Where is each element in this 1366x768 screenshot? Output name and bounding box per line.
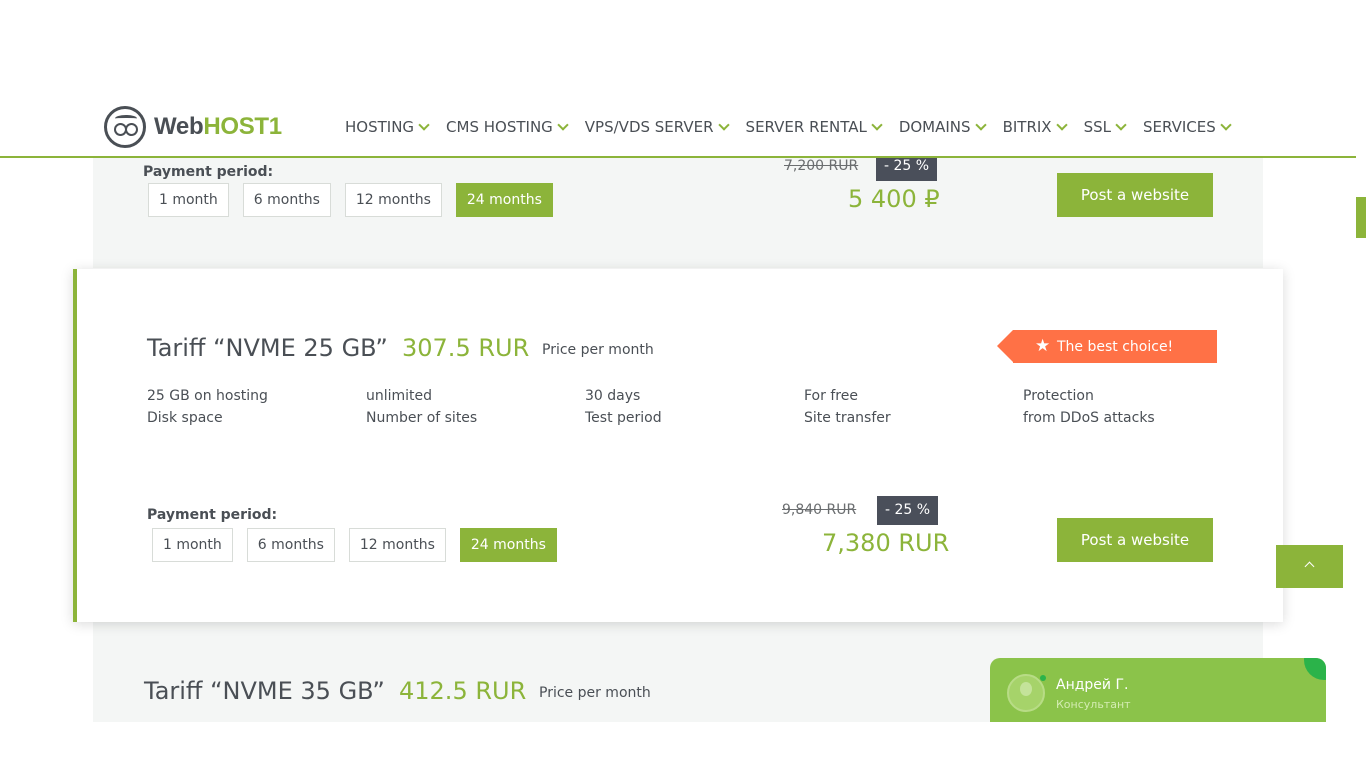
online-status-dot [1040, 675, 1046, 681]
feature-site-transfer: For free Site transfer [804, 385, 891, 429]
nav-item-domains[interactable]: DOMAINS [899, 118, 987, 136]
total-price: 7,380 RUR [822, 529, 950, 557]
avatar [1007, 674, 1045, 712]
period-6-months-button[interactable]: 6 months [246, 528, 335, 562]
feature-value: Protection [1023, 388, 1094, 404]
period-24-months-button[interactable]: 24 months [459, 528, 557, 562]
logo[interactable]: WebHOST1 [104, 106, 282, 148]
post-website-button[interactable]: Post a website [1057, 173, 1213, 217]
chevron-down-icon [717, 119, 730, 131]
period-1-month-button[interactable]: 1 month [148, 183, 229, 217]
nav-item-bitrix[interactable]: BITRIX [1003, 118, 1068, 136]
feature-value: 30 days [585, 388, 641, 404]
side-feedback-tab[interactable] [1356, 197, 1366, 238]
scroll-to-top-button[interactable] [1276, 545, 1343, 588]
payment-period-label: Payment period: [143, 164, 274, 180]
feature-label: from DDoS attacks [1023, 410, 1155, 426]
price-per-month-label: Price per month [542, 342, 654, 358]
feature-label: Disk space [147, 410, 223, 426]
old-price: 7,200 RUR [784, 158, 859, 174]
post-website-button[interactable]: Post a website [1057, 518, 1213, 562]
period-1-month-button[interactable]: 1 month [152, 528, 233, 562]
page: WebHOST1 HOSTING CMS HOSTING VPS/VDS SER… [0, 0, 1366, 768]
tariff-card-previous: Payment period: 1 month 6 months 12 mont… [93, 152, 1263, 268]
feature-label: Site transfer [804, 410, 891, 426]
feature-value: unlimited [366, 388, 433, 404]
nav-item-vps-vds-server[interactable]: VPS/VDS SERVER [585, 118, 730, 136]
consultant-name: Андрей Г. [1056, 677, 1129, 693]
tariff-title: Tariff “NVME 25 GB” [147, 334, 388, 362]
chat-widget[interactable]: Андрей Г. Консультант [990, 658, 1326, 722]
feature-label: Number of sites [366, 410, 478, 426]
chat-status-corner [1304, 658, 1326, 680]
old-price: 9,840 RUR [782, 502, 857, 518]
chevron-down-icon [974, 119, 987, 131]
chevron-down-icon [1055, 119, 1068, 131]
period-24-months-button[interactable]: 24 months [455, 183, 553, 217]
period-12-months-button[interactable]: 12 months [344, 183, 442, 217]
chevron-down-icon [871, 119, 883, 131]
chevron-up-icon [1304, 561, 1315, 572]
feature-disk-space: 25 GB on hosting Disk space [147, 385, 268, 429]
nav-item-cms-hosting[interactable]: CMS HOSTING [446, 118, 569, 136]
price-per-month-label: Price per month [539, 685, 651, 701]
nav-item-server-rental[interactable]: SERVER RENTAL [746, 118, 883, 136]
nav-item-services[interactable]: SERVICES [1143, 118, 1232, 136]
payment-period-options: 1 month 6 months 12 months 24 months [152, 528, 571, 562]
feature-number-of-sites: unlimited Number of sites [366, 385, 477, 429]
tariff-monthly-price: 307.5 RUR [402, 334, 530, 362]
nav-item-hosting[interactable]: HOSTING [345, 118, 430, 136]
logo-icon [104, 106, 146, 148]
tariff-card-nvme-25: Tariff “NVME 25 GB” 307.5 RUR Price per … [73, 269, 1283, 622]
tariff-title: Tariff “NVME 35 GB” [144, 677, 385, 705]
payment-period-label: Payment period: [147, 507, 278, 523]
tariff-monthly-price: 412.5 RUR [399, 677, 527, 705]
main-nav: HOSTING CMS HOSTING VPS/VDS SERVER SERVE… [345, 118, 1248, 136]
payment-period-options: 1 month 6 months 12 months 24 months [148, 183, 567, 217]
feature-value: For free [804, 388, 858, 404]
feature-ddos-protection: Protection from DDoS attacks [1023, 385, 1155, 429]
total-price: 5 400 ₽ [848, 185, 940, 213]
logo-text: WebHOST1 [154, 113, 282, 140]
feature-label: Test period [585, 410, 662, 426]
star-icon: ★ [1035, 336, 1051, 356]
nav-item-ssl[interactable]: SSL [1084, 118, 1127, 136]
discount-badge: - 25 % [877, 496, 939, 525]
best-choice-label: The best choice! [1057, 338, 1174, 355]
chevron-down-icon [1220, 119, 1232, 131]
chevron-down-icon [1115, 119, 1127, 131]
feature-test-period: 30 days Test period [585, 385, 662, 429]
chevron-down-icon [418, 119, 430, 131]
chevron-down-icon [557, 119, 569, 131]
consultant-role: Консультант [1056, 698, 1131, 711]
site-header: WebHOST1 HOSTING CMS HOSTING VPS/VDS SER… [0, 96, 1356, 158]
period-12-months-button[interactable]: 12 months [348, 528, 446, 562]
period-6-months-button[interactable]: 6 months [242, 183, 331, 217]
best-choice-badge: ★ The best choice! [997, 330, 1217, 363]
feature-value: 25 GB on hosting [147, 388, 268, 404]
